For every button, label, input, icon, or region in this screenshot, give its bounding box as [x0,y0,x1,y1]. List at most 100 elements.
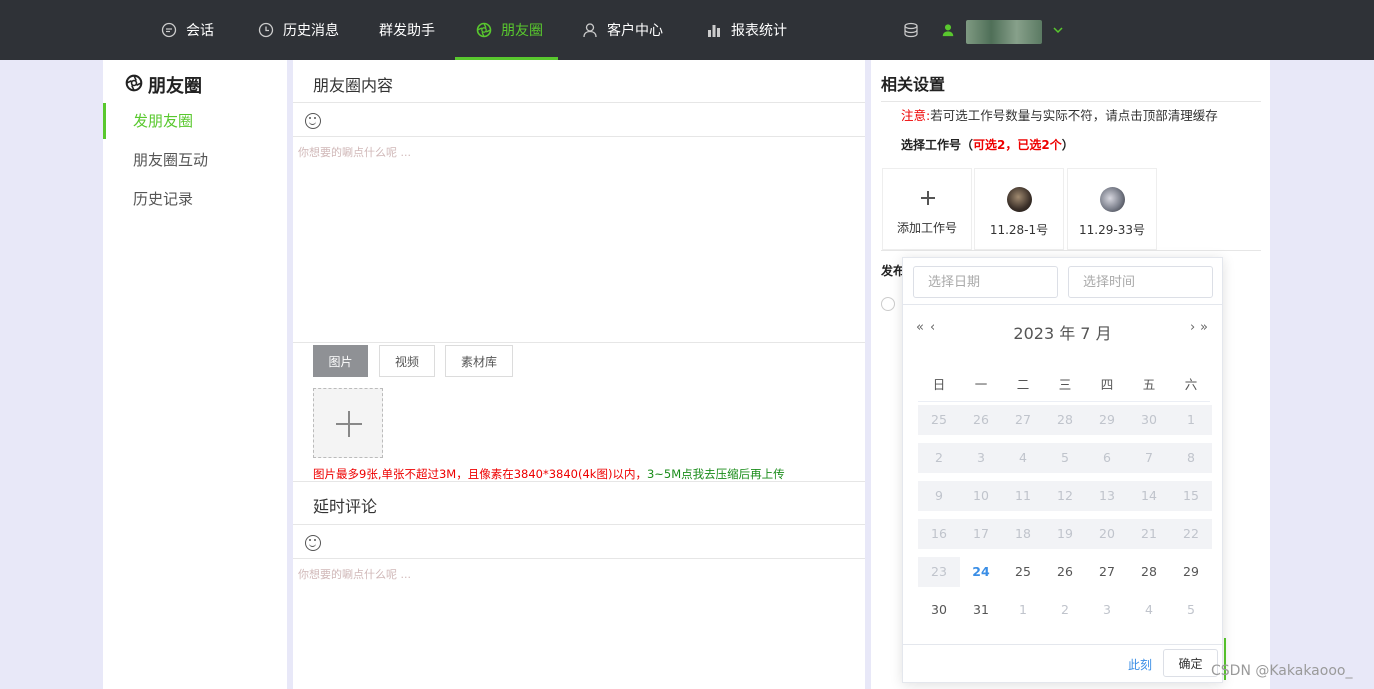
notice-prefix: 注意: [901,108,931,123]
sidebar-item-moments-interaction[interactable]: 朋友圈互动 [103,142,287,178]
calendar-day: 30 [1141,412,1157,427]
image-upload-button[interactable] [313,388,383,458]
nav-item-reports[interactable]: 报表统计 [706,0,787,60]
sidebar-item-post-moments[interactable]: 发朋友圈 [103,103,287,139]
prev-month-icon[interactable]: ‹ [930,320,935,335]
calendar-day: 4 [1145,602,1153,617]
divider [293,481,865,482]
account-dropdown[interactable] [1050,0,1075,60]
calendar-day[interactable]: 31 [960,595,1002,625]
nav-label: 会话 [186,23,214,39]
select-count: 可选2，已选2个 [973,138,1062,152]
sidebar-title-text: 朋友圈 [148,76,202,97]
calendar-day: 6 [1103,450,1111,465]
tab-material-library[interactable]: 素材库 [445,345,513,377]
divider [293,558,865,559]
next-year-icon[interactable]: » [1200,320,1208,335]
cache-notice: 注意:若可选工作号数量与实际不符，请点击顶部清理缓存 [901,105,1218,124]
calendar-day[interactable]: 30 [918,595,960,625]
chevron-down-icon [1050,22,1066,38]
calendar-day: 11 [1015,488,1031,503]
sidebar-title: 朋友圈 [125,72,202,98]
calendar-day[interactable]: 25 [1002,557,1044,587]
nav-item-broadcast[interactable]: 群发助手 [379,0,435,60]
emoji-icon[interactable] [305,113,321,129]
sidebar-item-history[interactable]: 历史记录 [103,181,287,217]
chat-icon [161,22,177,38]
calendar-day: 22 [1183,526,1199,541]
avatar [1100,187,1125,212]
database-button[interactable] [903,0,928,60]
calendar-day: 27 [1015,412,1031,427]
user-icon [940,22,956,38]
watermark: CSDN @Kakakaooo_ [1211,663,1353,679]
calendar-day: 1 [1019,602,1027,617]
calendar-day: 3 [1103,602,1111,617]
calendar-day: 23 [931,564,947,579]
nav-item-customers[interactable]: 客户中心 [582,0,663,60]
divider [903,304,1222,305]
add-account-button[interactable]: 添加工作号 [882,168,972,250]
calendar-day: 18 [1015,526,1031,541]
divider [293,136,865,137]
select-label-text: 选择工作号（ [901,138,974,152]
content-section-title: 朋友圈内容 [313,76,394,95]
calendar-day: 2 [1061,602,1069,617]
sidebar: 朋友圈 发朋友圈 朋友圈互动 历史记录 [103,60,287,689]
nav-item-history[interactable]: 历史消息 [258,0,339,60]
database-icon [903,22,919,38]
nav-label: 群发助手 [379,23,435,39]
calendar-day[interactable]: 27 [1086,557,1128,587]
calendar-day: 14 [1141,488,1157,503]
calendar-day: 28 [1057,412,1073,427]
prev-year-icon[interactable]: « [916,320,924,335]
divider [903,644,1222,645]
tab-video[interactable]: 视频 [379,345,435,377]
account-menu[interactable] [940,0,965,60]
delay-comment-title: 延时评论 [313,497,378,516]
bar-chart-icon [706,22,722,38]
nav-label: 历史消息 [283,23,339,39]
nav-item-moments[interactable]: 朋友圈 [476,0,543,60]
account-card[interactable]: 11.29-33号 [1067,168,1157,250]
select-account-label: 选择工作号（可选2，已选2个） [901,136,1074,153]
calendar-day: 19 [1057,526,1073,541]
divider [881,250,1261,251]
content-textarea[interactable] [293,138,865,342]
divider [918,401,1210,402]
now-button[interactable]: 此刻 [1128,656,1152,673]
calendar-day: 2 [935,450,943,465]
confirm-button[interactable]: 确定 [1163,649,1218,677]
calendar-day[interactable]: 29 [1170,557,1212,587]
weekday-header: 三 [1058,377,1072,392]
calendar-day[interactable]: 28 [1128,557,1170,587]
calendar-day[interactable]: 24 [960,557,1002,587]
compress-link[interactable]: 3~5M点我去压缩后再上传 [647,467,785,481]
nav-item-chat[interactable]: 会话 [161,0,214,60]
divider [293,342,865,343]
date-picker: 2023 年 7 月 « ‹ › » 日 一 二 三 四 五 六 2526272… [902,257,1223,683]
next-month-icon[interactable]: › [1190,320,1195,335]
calendar-day[interactable]: 26 [1044,557,1086,587]
top-nav-bar: 会话 历史消息 群发助手 朋友圈 客户中心 报表统计 [0,0,1374,60]
publish-radio[interactable] [881,297,895,311]
settings-title: 相关设置 [881,75,946,94]
divider [293,524,865,525]
calendar-day: 5 [1061,450,1069,465]
tab-images[interactable]: 图片 [313,345,368,377]
account-card[interactable]: 11.28-1号 [974,168,1064,250]
notice-text: 若可选工作号数量与实际不符，请点击顶部清理缓存 [930,108,1218,123]
calendar-day: 8 [1187,450,1195,465]
divider [881,101,1261,102]
weekday-header: 五 [1142,377,1156,392]
delay-comment-textarea[interactable] [293,560,865,685]
time-input[interactable] [1068,266,1213,298]
moments-icon [125,74,143,97]
account-label: 11.29-33号 [1079,223,1145,237]
date-input[interactable] [913,266,1058,298]
account-label: 11.28-1号 [989,223,1049,237]
calendar-day: 12 [1057,488,1073,503]
calendar-header: 2023 年 7 月 [1013,324,1112,343]
calendar-day: 29 [1099,412,1115,427]
emoji-icon[interactable] [305,535,321,551]
